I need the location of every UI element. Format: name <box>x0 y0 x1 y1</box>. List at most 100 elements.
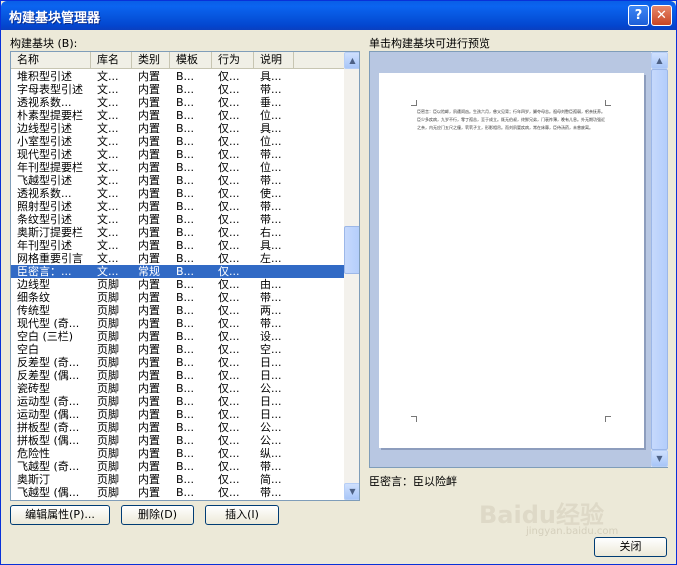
column-header-behavior[interactable]: 行为 <box>212 52 254 69</box>
table-cell: 带... <box>260 83 282 96</box>
scroll-down-button[interactable]: ▼ <box>344 483 359 500</box>
table-cell: 奥斯汀 <box>17 473 50 486</box>
table-cell: 现代型 (奇... <box>17 317 80 330</box>
table-row[interactable]: 飞越型引述 文... 内置 B... 仅... 带... <box>11 174 344 187</box>
table-cell: 页脚 <box>97 447 119 460</box>
table-row[interactable]: 边线型 页脚 内置 B... 仅... 由... <box>11 278 344 291</box>
table-row[interactable]: 边线型引述 文... 内置 B... 仅... 具... <box>11 122 344 135</box>
table-cell: 公... <box>260 434 282 447</box>
table-cell: 条纹型引述 <box>17 213 72 226</box>
table-cell: 位... <box>260 161 282 174</box>
table-row[interactable]: 照射型引述 文... 内置 B... 仅... 带... <box>11 200 344 213</box>
table-cell: 日... <box>260 369 282 382</box>
table-cell: 内置 <box>138 369 160 382</box>
insert-button[interactable]: 插入(I) <box>205 505 279 525</box>
table-row[interactable]: 透视系数... 文... 内置 B... 仅... 使... <box>11 187 344 200</box>
table-cell: B... <box>176 447 195 460</box>
table-row[interactable]: 臣密言：... 文... 常规 B... 仅... <box>11 265 344 278</box>
column-header-template[interactable]: 模板 <box>170 52 212 69</box>
table-cell: 危险性 <box>17 447 50 460</box>
table-cell: 透视系数... <box>17 187 72 200</box>
help-button[interactable]: ? <box>628 5 649 26</box>
table-cell: 现代型引述 <box>17 148 72 161</box>
table-cell: 文... <box>97 265 119 278</box>
table-cell: B... <box>176 395 195 408</box>
table-cell: 内置 <box>138 343 160 356</box>
table-row[interactable]: 网格重要引言 文... 内置 B... 仅... 左... <box>11 252 344 265</box>
table-cell: 页脚 <box>97 369 119 382</box>
list-scroll-thumb[interactable] <box>344 226 359 274</box>
table-row[interactable]: 危险性 页脚 内置 B... 仅... 纵... <box>11 447 344 460</box>
table-cell: 飞越型 (奇... <box>17 460 80 473</box>
building-blocks-dialog: 构建基块管理器 ? ✕ 构建基块 (B): 单击构建基块可进行预览 名称 库名 … <box>0 0 677 565</box>
watermark-logo: Baidu经验 <box>479 501 604 529</box>
list-scrollbar[interactable]: ▲ ▼ <box>344 52 359 500</box>
table-row[interactable]: 现代型引述 文... 内置 B... 仅... 带... <box>11 148 344 161</box>
building-blocks-list[interactable]: 名称 库名 类别 模板 行为 说明 堆积型引述 文... 内置 B... 仅... 具..… <box>10 51 360 501</box>
table-cell: 由... <box>260 278 282 291</box>
table-cell: 仅... <box>218 356 240 369</box>
table-cell: 文... <box>97 226 119 239</box>
scroll-up-button[interactable]: ▲ <box>344 52 359 69</box>
table-cell: 页脚 <box>97 317 119 330</box>
table-cell: 臣密言：... <box>17 265 72 278</box>
table-row[interactable]: 奥斯汀提要栏 文... 内置 B... 仅... 右... <box>11 226 344 239</box>
preview-scrollbar[interactable]: ▲ ▼ <box>651 52 668 467</box>
table-row[interactable]: 运动型 (奇... 页脚 内置 B... 仅... 日... <box>11 395 344 408</box>
table-row[interactable]: 飞越型 (奇... 页脚 内置 B... 仅... 带... <box>11 460 344 473</box>
table-row[interactable]: 透视系数... 文... 内置 B... 仅... 垂... <box>11 96 344 109</box>
table-cell: 朴素型提要栏 <box>17 109 83 122</box>
column-header-description[interactable]: 说明 <box>254 52 294 69</box>
column-header-category[interactable]: 类别 <box>132 52 170 69</box>
delete-button[interactable]: 删除(D) <box>121 505 194 525</box>
table-row[interactable]: 细条纹 页脚 内置 B... 仅... 带... <box>11 291 344 304</box>
table-cell: 日... <box>260 356 282 369</box>
table-row[interactable]: 拼板型 (奇... 页脚 内置 B... 仅... 公... <box>11 421 344 434</box>
table-cell: 字母表型引述 <box>17 83 83 96</box>
table-row[interactable]: 瓷砖型 页脚 内置 B... 仅... 公... <box>11 382 344 395</box>
title-bar[interactable]: 构建基块管理器 ? ✕ <box>1 1 676 30</box>
preview-scroll-thumb[interactable] <box>651 69 668 450</box>
close-button[interactable]: 关闭 <box>594 537 667 557</box>
table-cell: 带... <box>260 174 282 187</box>
table-cell: B... <box>176 356 195 369</box>
column-header-name[interactable]: 名称 <box>11 52 91 69</box>
table-cell: 带... <box>260 317 282 330</box>
table-cell: 内置 <box>138 161 160 174</box>
edit-properties-button[interactable]: 编辑属性(P)... <box>10 505 110 525</box>
table-row[interactable]: 堆积型引述 文... 内置 B... 仅... 具... <box>11 70 344 83</box>
table-row[interactable]: 条纹型引述 文... 内置 B... 仅... 带... <box>11 213 344 226</box>
table-row[interactable]: 年刊型引述 文... 内置 B... 仅... 具... <box>11 239 344 252</box>
table-cell: 拼板型 (偶... <box>17 434 80 447</box>
table-cell: B... <box>176 226 195 239</box>
table-row[interactable]: 朴素型提要栏 文... 内置 B... 仅... 位... <box>11 109 344 122</box>
table-cell: 仅... <box>218 421 240 434</box>
table-row[interactable]: 反差型 (奇... 页脚 内置 B... 仅... 日... <box>11 356 344 369</box>
table-row[interactable]: 空白 (三栏) 页脚 内置 B... 仅... 设... <box>11 330 344 343</box>
table-row[interactable]: 字母表型引述 文... 内置 B... 仅... 带... <box>11 83 344 96</box>
table-row[interactable]: 传统型 页脚 内置 B... 仅... 两... <box>11 304 344 317</box>
table-row[interactable]: 现代型 (奇... 页脚 内置 B... 仅... 带... <box>11 317 344 330</box>
table-row[interactable]: 运动型 (偶... 页脚 内置 B... 仅... 日... <box>11 408 344 421</box>
table-cell: 具... <box>260 239 282 252</box>
table-cell: 带... <box>260 213 282 226</box>
table-cell: 内置 <box>138 460 160 473</box>
table-row[interactable]: 年刊型提要栏 文... 内置 B... 仅... 位... <box>11 161 344 174</box>
title-close-button[interactable]: ✕ <box>651 5 672 26</box>
table-cell: 仅... <box>218 395 240 408</box>
table-cell: 页脚 <box>97 460 119 473</box>
table-cell: 仅... <box>218 408 240 421</box>
preview-scroll-up-button[interactable]: ▲ <box>651 52 668 69</box>
table-row[interactable]: 小室型引述 文... 内置 B... 仅... 位... <box>11 135 344 148</box>
preview-scroll-down-button[interactable]: ▼ <box>651 450 668 467</box>
table-cell: 运动型 (偶... <box>17 408 80 421</box>
table-cell: 仅... <box>218 83 240 96</box>
table-row[interactable]: 拼板型 (偶... 页脚 内置 B... 仅... 公... <box>11 434 344 447</box>
column-header-gallery[interactable]: 库名 <box>91 52 132 69</box>
table-row[interactable]: 空白 页脚 内置 B... 仅... 空... <box>11 343 344 356</box>
table-cell: 位... <box>260 109 282 122</box>
table-row[interactable]: 飞越型 (偶... 页脚 内置 B... 仅... 带... <box>11 486 344 499</box>
table-row[interactable]: 奥斯汀 页脚 内置 B... 仅... 简... <box>11 473 344 486</box>
table-cell: B... <box>176 486 195 499</box>
table-row[interactable]: 反差型 (偶... 页脚 内置 B... 仅... 日... <box>11 369 344 382</box>
